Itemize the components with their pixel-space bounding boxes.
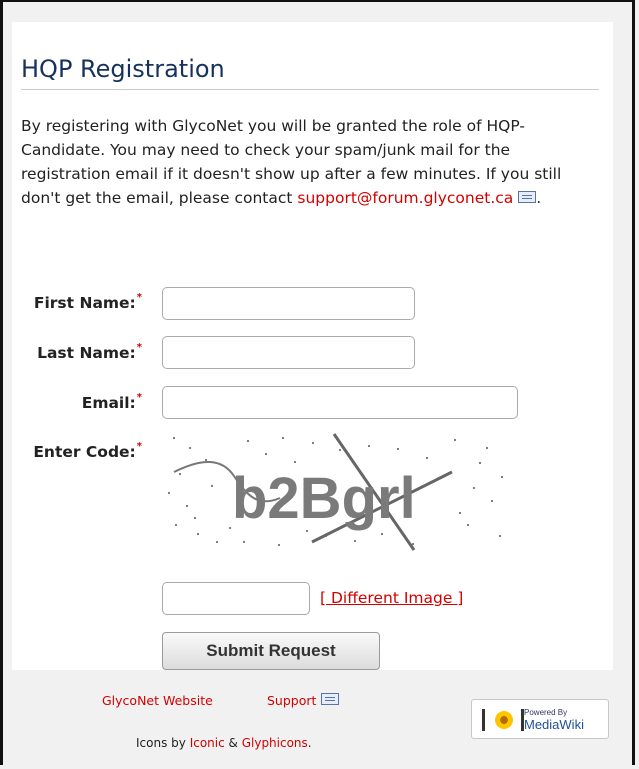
captcha-text: b2Bgrl	[232, 466, 416, 531]
support-email-link[interactable]: support@forum.glyconet.ca	[297, 189, 513, 207]
credit-amp: &	[224, 736, 242, 750]
mediawiki-text: MediaWiki	[524, 717, 584, 732]
required-mark: *	[136, 392, 142, 403]
last-name-label: Last Name:*	[12, 342, 142, 362]
glyphicons-link[interactable]: Glyphicons	[242, 736, 308, 750]
icons-credit: Icons by Iconic & Glyphicons.	[136, 736, 312, 750]
enter-code-label-text: Enter Code:	[33, 443, 136, 461]
intro-end: .	[536, 189, 542, 207]
enter-code-label: Enter Code:*	[12, 441, 142, 461]
required-mark: *	[136, 441, 142, 452]
main-content: HQP Registration By registering with Gly…	[12, 22, 613, 670]
credit-suffix: .	[307, 736, 312, 750]
different-image-link[interactable]: [ Different Image ]	[320, 589, 463, 607]
mail-icon	[321, 693, 340, 705]
page-title: HQP Registration	[21, 54, 599, 90]
email-input[interactable]	[162, 386, 518, 419]
email-label-text: Email:	[81, 394, 136, 412]
last-name-input[interactable]	[162, 336, 415, 369]
first-name-label: First Name:*	[12, 292, 142, 312]
captcha-image: b2Bgrl	[162, 430, 508, 554]
last-name-label-text: Last Name:	[37, 344, 136, 362]
first-name-input[interactable]	[162, 287, 415, 320]
footer-support: Support	[267, 693, 340, 708]
credit-prefix: Icons by	[136, 736, 190, 750]
email-label: Email:*	[12, 392, 142, 412]
support-link[interactable]: Support	[267, 693, 316, 708]
first-name-label-text: First Name:	[33, 294, 136, 312]
powered-by-text: Powered By	[524, 708, 568, 717]
iconic-link[interactable]: Iconic	[190, 736, 225, 750]
mediawiki-logo	[482, 709, 524, 731]
mail-icon	[518, 191, 537, 203]
footer-links: GlycoNet Website	[102, 693, 213, 708]
powered-by-mediawiki-badge[interactable]: Powered By MediaWiki	[471, 699, 609, 739]
captcha-code-input[interactable]	[162, 582, 310, 615]
intro-paragraph: By registering with GlycoNet you will be…	[21, 114, 603, 210]
required-mark: *	[136, 342, 142, 353]
mediawiki-flower-icon	[495, 711, 513, 729]
submit-request-button[interactable]: Submit Request	[162, 632, 380, 670]
glyconet-website-link[interactable]: GlycoNet Website	[102, 693, 213, 708]
required-mark: *	[136, 292, 142, 303]
